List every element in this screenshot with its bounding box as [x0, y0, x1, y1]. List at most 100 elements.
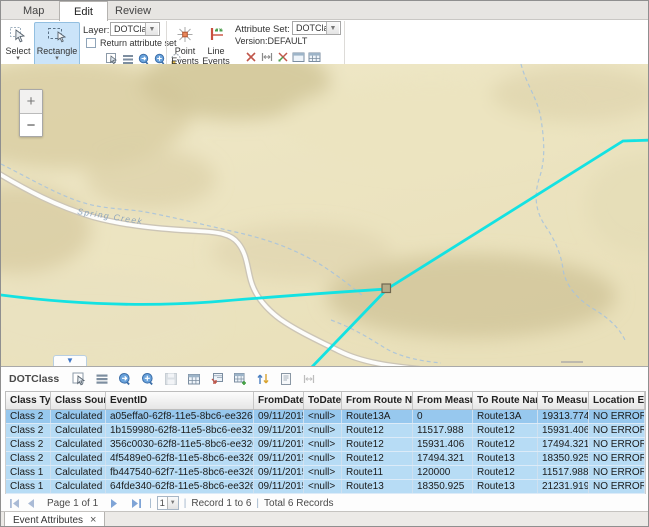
event-table-icon[interactable]: [308, 50, 321, 63]
tab-event-attributes-label: Event Attributes: [13, 515, 83, 526]
table-row[interactable]: Class 2Calculated4f5489e0-62f8-11e5-8bc6…: [6, 452, 645, 466]
bottom-tabbar: Event Attributes ×: [1, 511, 648, 527]
rectangle-select-icon: [47, 26, 67, 45]
column-header-from-route-name[interactable]: From Route Name: [342, 392, 413, 409]
pager-separator: |: [256, 498, 259, 509]
table-cell: <null>: [304, 452, 342, 465]
table-cell: <null>: [304, 480, 342, 493]
table-cell: <null>: [304, 424, 342, 437]
table-row[interactable]: Class 2Calculated1b159980-62f8-11e5-8bc6…: [6, 424, 645, 438]
layer-dropdown-arrow[interactable]: ▼: [145, 22, 160, 36]
select-dropdown-caret-icon: ▾: [16, 56, 20, 62]
map-zoom-control: + −: [19, 89, 43, 137]
table-cell: 09/11/2015: [254, 424, 304, 437]
select-pointer-icon: [9, 26, 27, 45]
split-event-icon[interactable]: [244, 50, 257, 63]
table-row[interactable]: Class 1Calculatedfb447540-62f7-11e5-8bc6…: [6, 466, 645, 480]
export-table-icon[interactable]: [207, 370, 227, 388]
column-header-to-route-name[interactable]: To Route Name: [473, 392, 538, 409]
column-header-location-error[interactable]: Location Error: [589, 392, 645, 409]
table-cell: 19313.774: [538, 410, 589, 423]
panel-collapse-button[interactable]: ▼: [53, 355, 87, 366]
attribute-set-dropdown-arrow[interactable]: ▼: [326, 21, 341, 35]
route-junction-marker[interactable]: [382, 284, 391, 293]
column-header-eventid[interactable]: EventID: [106, 392, 254, 409]
pager-separator: |: [149, 498, 152, 509]
add-table-icon[interactable]: [230, 370, 250, 388]
attribute-set-dropdown[interactable]: DOTClass: [292, 21, 328, 35]
first-page-button[interactable]: [7, 496, 23, 510]
identify-icon[interactable]: [276, 370, 296, 388]
table-cell: 09/11/2015: [254, 466, 304, 479]
select-tool-icon[interactable]: [69, 370, 89, 388]
pager-separator: |: [184, 498, 187, 509]
options-menu-icon[interactable]: [92, 370, 112, 388]
column-header-class-type[interactable]: Class Type: [6, 392, 51, 409]
table-cell: 11517.988: [538, 466, 589, 479]
table-cell: Route11: [342, 466, 413, 479]
line-events-label: Line Events: [202, 46, 230, 66]
zoom-to-selected-icon[interactable]: [115, 370, 135, 388]
table-cell: Route12: [342, 424, 413, 437]
tab-event-attributes[interactable]: Event Attributes ×: [4, 512, 105, 527]
save-icon[interactable]: [161, 370, 181, 388]
column-header-from-measure[interactable]: From Measure: [413, 392, 473, 409]
table-cell: 1b159980-62f8-11e5-8bc6-ee32641d5ec9: [106, 424, 254, 437]
table-cell: Route13A: [473, 410, 538, 423]
event-panel-icon[interactable]: [292, 50, 305, 63]
map-canvas[interactable]: Spring Creek + − ▼: [1, 64, 649, 366]
tab-review[interactable]: Review: [101, 1, 165, 20]
page-number-dropdown[interactable]: 1 ▼: [157, 496, 179, 510]
column-header-fromdate[interactable]: FromDate: [254, 392, 304, 409]
column-header-class-source[interactable]: Class Source: [51, 392, 106, 409]
page-number-value: 1: [158, 498, 167, 509]
ribbon-tabstrip: Map Edit Review: [1, 1, 648, 20]
rectangle-dropdown-caret-icon: ▾: [55, 56, 59, 62]
table-cell: Calculated: [51, 452, 106, 465]
attribute-table: Class TypeClass SourceEventIDFromDateToD…: [5, 391, 646, 494]
table-cell: Class 2: [6, 424, 51, 437]
table-cell: Calculated: [51, 424, 106, 437]
table-cell: Route13: [342, 480, 413, 493]
table-cell: <null>: [304, 410, 342, 423]
point-events-icon: [176, 26, 194, 45]
column-header-todate[interactable]: ToDate: [304, 392, 342, 409]
table-cell: Calculated: [51, 480, 106, 493]
column-header-to-measure[interactable]: To Measure: [538, 392, 589, 409]
measure-gap-icon[interactable]: [299, 370, 319, 388]
table-row[interactable]: Class 2Calculateda05effa0-62f8-11e5-8bc6…: [6, 410, 645, 424]
table-row[interactable]: Class 1Calculated64fde340-62f8-11e5-8bc6…: [6, 480, 645, 494]
sort-icon[interactable]: [253, 370, 273, 388]
zoom-in-button[interactable]: +: [20, 90, 42, 113]
zoom-out-button[interactable]: −: [20, 113, 42, 136]
table-cell: 09/11/2015: [254, 452, 304, 465]
next-page-button[interactable]: [106, 496, 122, 510]
splitter-handle[interactable]: [561, 361, 583, 363]
previous-page-button[interactable]: [23, 496, 39, 510]
table-cell: <null>: [304, 466, 342, 479]
table-cell: Route12: [473, 438, 538, 451]
ribbon: Map Edit Review Select ▾ Rectangle ▾ Lay…: [1, 1, 648, 63]
close-icon[interactable]: ×: [90, 515, 96, 525]
table-cell: Route12: [342, 438, 413, 451]
table-cell: Class 2: [6, 410, 51, 423]
measure-range-icon[interactable]: [260, 50, 273, 63]
table-row[interactable]: Class 2Calculated356c0030-62f8-11e5-8bc6…: [6, 438, 645, 452]
merge-event-icon[interactable]: [276, 50, 289, 63]
tab-map[interactable]: Map: [9, 1, 58, 20]
pan-to-selected-icon[interactable]: [138, 370, 158, 388]
return-attribute-set-checkbox[interactable]: [86, 38, 96, 48]
chevron-down-icon: ▼: [145, 23, 158, 35]
switch-table-icon[interactable]: [184, 370, 204, 388]
collapse-arrow-icon: ▼: [66, 357, 74, 365]
version-label: Version:DEFAULT: [235, 36, 307, 46]
event-attributes-panel: DOTClass Class TypeClass SourceEventIDFr…: [1, 366, 649, 511]
basemap: Spring Creek: [1, 64, 649, 366]
last-page-button[interactable]: [128, 496, 144, 510]
table-cell: Class 2: [6, 452, 51, 465]
line-events-icon: [207, 26, 225, 45]
table-cell: NO ERROR: [589, 480, 645, 493]
table-cell: 11517.988: [413, 424, 473, 437]
attribute-set-dropdown-value: DOTClass: [293, 23, 327, 33]
table-cell: Route13: [473, 480, 538, 493]
